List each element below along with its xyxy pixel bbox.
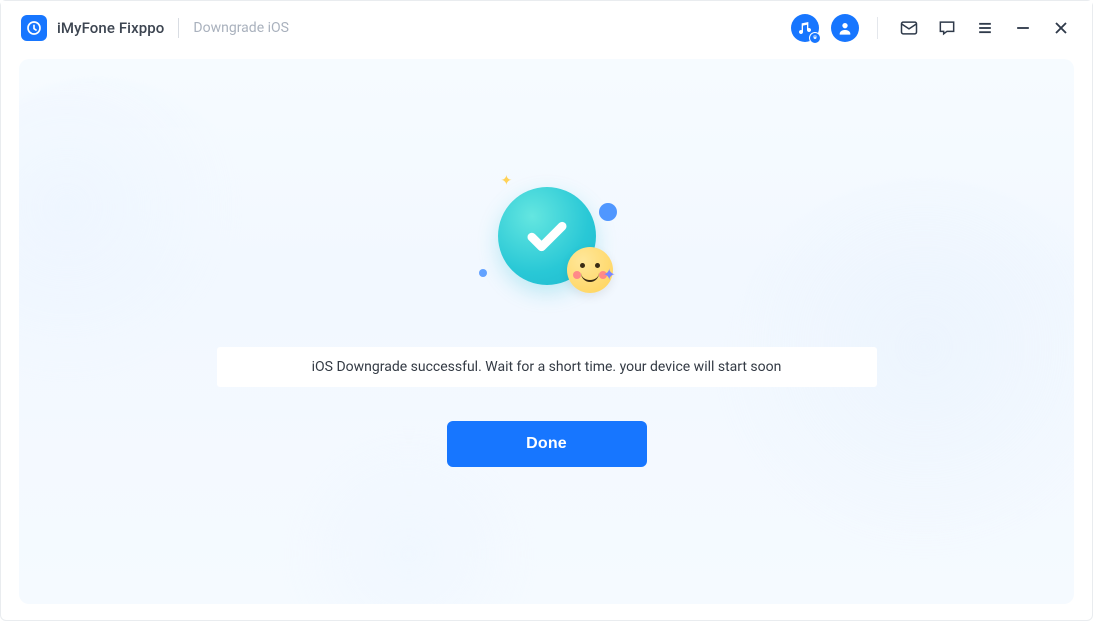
feedback-button[interactable]: [934, 15, 960, 41]
done-button[interactable]: Done: [447, 421, 647, 467]
account-button[interactable]: [831, 14, 859, 42]
close-button[interactable]: [1048, 15, 1074, 41]
main-panel: ✦ ✦ iOS Downgrade successful. Wait for a…: [19, 59, 1074, 604]
menu-icon: [975, 18, 995, 38]
sparkle-icon: ✦: [501, 173, 513, 189]
feedback-icon: [937, 18, 957, 38]
separator: [877, 17, 878, 39]
content-area: ✦ ✦ iOS Downgrade successful. Wait for a…: [19, 59, 1074, 604]
close-icon: [1051, 18, 1071, 38]
mail-button[interactable]: [896, 15, 922, 41]
breadcrumb: Downgrade iOS: [193, 20, 289, 36]
settings-badge-icon: [809, 32, 821, 44]
music-settings-button[interactable]: [791, 14, 819, 42]
app-logo-icon: [21, 15, 47, 41]
decorative-dot: [599, 203, 617, 221]
app-title: iMyFone Fixppo: [57, 19, 164, 37]
separator: [178, 18, 179, 38]
success-graphic: ✦ ✦: [447, 169, 647, 319]
sparkle-icon: ✦: [603, 265, 616, 284]
minimize-icon: [1013, 18, 1033, 38]
menu-button[interactable]: [972, 15, 998, 41]
status-message: iOS Downgrade successful. Wait for a sho…: [217, 347, 877, 387]
account-icon: [837, 20, 853, 36]
decorative-dot: [479, 269, 487, 277]
mail-icon: [899, 18, 919, 38]
minimize-button[interactable]: [1010, 15, 1036, 41]
titlebar: iMyFone Fixppo Downgrade iOS: [1, 1, 1092, 55]
window-controls: [791, 14, 1074, 42]
